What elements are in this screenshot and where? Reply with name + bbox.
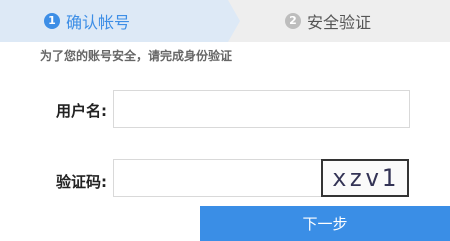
verification-page: 1 确认帐号 2 安全验证 为了您的账号安全，请完成身份验证 用户名: 验证码:… [0, 0, 450, 241]
captcha-input[interactable] [113, 159, 323, 197]
security-hint: 为了您的账号安全，请完成身份验证 [40, 49, 233, 63]
step-security-verify: 2 安全验证 [285, 0, 371, 42]
next-step-button[interactable]: 下一步 [200, 206, 450, 241]
step-number-icon: 1 [44, 13, 60, 29]
captcha-image[interactable]: xzv1 [321, 159, 409, 197]
captcha-label: 验证码: [56, 173, 107, 191]
step-label: 确认帐号 [66, 13, 131, 32]
step-label: 安全验证 [307, 13, 372, 32]
step-number-icon: 2 [285, 13, 301, 29]
step-bar: 1 确认帐号 2 安全验证 [0, 0, 450, 42]
username-label: 用户名: [56, 102, 107, 120]
username-input[interactable] [113, 90, 410, 128]
step-confirm-account: 1 确认帐号 [44, 0, 130, 42]
